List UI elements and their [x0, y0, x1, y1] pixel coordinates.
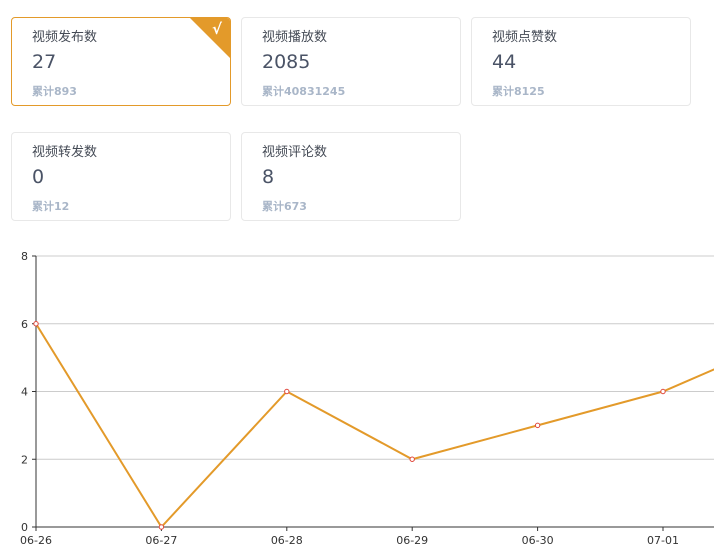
card-total: 累计893	[32, 85, 77, 98]
card-value: 44	[492, 51, 517, 73]
y-tick-label: 2	[21, 453, 28, 466]
card-value: 27	[32, 51, 57, 73]
card-value: 8	[262, 166, 275, 188]
y-tick-label: 8	[21, 250, 28, 263]
stat-card-video-shares[interactable]: 视频转发数 0 累计12	[11, 132, 231, 221]
x-tick-label: 06-30	[522, 534, 554, 547]
y-tick-label: 4	[21, 386, 28, 399]
data-point	[409, 456, 415, 462]
card-label: 视频点赞数	[492, 30, 558, 45]
y-tick-label: 6	[21, 318, 28, 331]
data-point	[33, 321, 39, 327]
card-total: 累计40831245	[262, 85, 346, 98]
x-tick-label: 06-29	[396, 534, 428, 547]
card-label: 视频播放数	[262, 30, 328, 45]
checkmark-icon: √	[211, 20, 222, 38]
stat-card-video-comments[interactable]: 视频评论数 8 累计673	[241, 132, 461, 221]
card-label: 视频发布数	[32, 30, 98, 45]
card-value: 2085	[262, 51, 311, 73]
trend-line-chart: 0 2 4 6 8 06-26 06-27 06-28 06-29 06-30 07-01	[20, 250, 714, 547]
data-point	[284, 388, 290, 395]
x-tick-label: 06-27	[145, 534, 177, 547]
x-tick-label: 06-28	[271, 534, 303, 547]
stat-card-video-posts[interactable]: 视频发布数 27 累计893 √	[11, 17, 231, 106]
data-point	[534, 422, 541, 429]
x-tick-label: 07-01	[647, 534, 679, 547]
card-value: 0	[32, 166, 45, 188]
data-point	[158, 524, 165, 530]
card-total: 累计8125	[492, 85, 545, 98]
stat-card-video-likes[interactable]: 视频点赞数 44 累计8125	[471, 17, 691, 106]
x-tick-label: 06-26	[20, 534, 52, 547]
selected-corner-badge	[190, 18, 230, 58]
card-label: 视频转发数	[32, 145, 98, 160]
card-total: 累计673	[262, 200, 307, 213]
stat-card-video-plays[interactable]: 视频播放数 2085 累计40831245	[241, 17, 461, 106]
card-label: 视频评论数	[262, 145, 328, 160]
y-tick-label: 0	[21, 521, 28, 534]
series-line	[35, 323, 714, 529]
card-total: 累计12	[32, 200, 70, 213]
data-point	[660, 388, 666, 395]
